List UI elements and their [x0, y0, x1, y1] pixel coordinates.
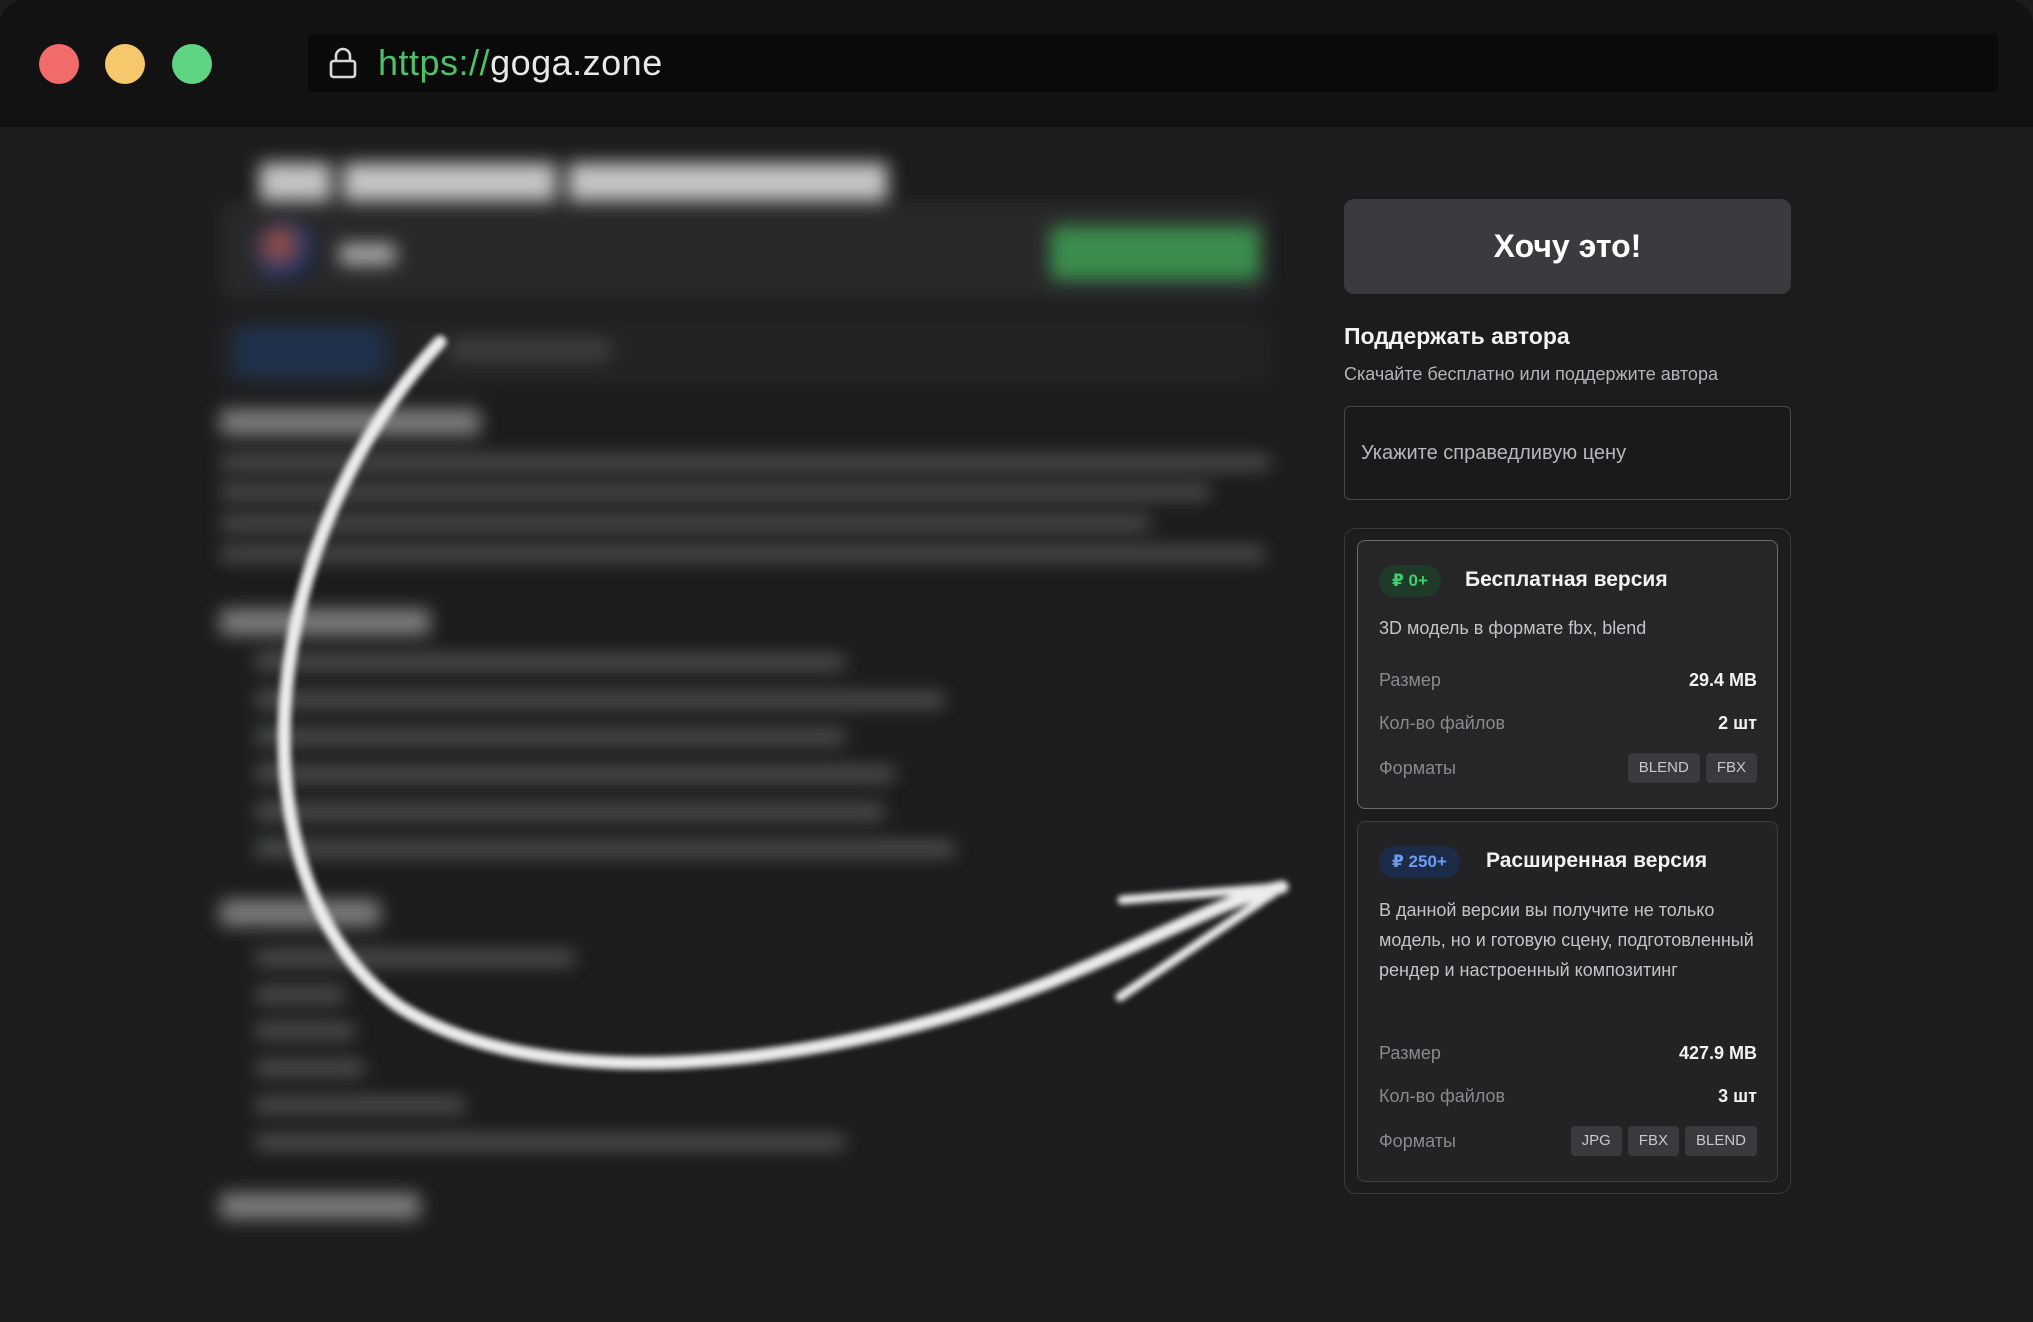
files-count-label: Кол-во файлов [1379, 713, 1506, 733]
format-tag: BLEND [1684, 1126, 1757, 1156]
formats-label: Форматы [1379, 758, 1456, 778]
browser-toolbar: https://goga.zone [0, 0, 2033, 127]
support-author-title: Поддержать автора [1344, 323, 1570, 349]
version-description: 3D модель в формате fbx, blend [1379, 618, 1647, 638]
versions-list: ₽ 0+ Бесплатная версия 3D модель в форма… [1344, 528, 1791, 1194]
size-value: 29.4 MB [1688, 670, 1757, 690]
size-label: Размер [1379, 670, 1441, 690]
format-tag: JPG [1570, 1126, 1622, 1156]
version-card-extended[interactable]: ₽ 250+ Расширенная версия В данной верси… [1357, 821, 1778, 1182]
page-content: ▆▆ ▆▆▆▆▆▆ ▆▆▆▆▆▆▆▆▆ ▆▆▆ Хочу это! Поддер… [0, 127, 2033, 1322]
format-tag: FBX [1705, 753, 1757, 783]
price-badge: ₽ 0+ [1379, 565, 1441, 597]
support-author-subtitle: Скачайте бесплатно или поддержите автора [1344, 364, 1718, 384]
version-title: Расширенная версия [1486, 849, 1708, 872]
lock-icon [329, 47, 357, 79]
format-tag: FBX [1627, 1126, 1679, 1156]
url-text: https://goga.zone [378, 43, 663, 83]
maximize-window-button[interactable] [172, 44, 212, 84]
version-title: Бесплатная версия [1465, 568, 1668, 591]
files-count-value: 2 шт [1718, 713, 1757, 733]
size-label: Размер [1379, 1043, 1441, 1063]
version-card-free[interactable]: ₽ 0+ Бесплатная версия 3D модель в форма… [1357, 540, 1778, 809]
version-description: В данной версии вы получите не только мо… [1379, 900, 1754, 980]
fair-price-input[interactable] [1344, 406, 1791, 500]
url-scheme: https:// [378, 42, 491, 83]
want-it-button[interactable]: Хочу это! [1344, 199, 1791, 294]
files-count-value: 3 шт [1718, 1086, 1757, 1106]
files-count-label: Кол-во файлов [1379, 1086, 1506, 1106]
url-host: goga.zone [490, 42, 663, 83]
address-bar[interactable]: https://goga.zone [308, 34, 1998, 92]
price-badge: ₽ 250+ [1379, 846, 1460, 878]
formats-tags: JPG FBX BLEND [1570, 1126, 1757, 1156]
minimize-window-button[interactable] [105, 44, 145, 84]
format-tag: BLEND [1627, 753, 1700, 783]
size-value: 427.9 MB [1678, 1043, 1757, 1063]
formats-tags: BLEND FBX [1627, 753, 1757, 783]
formats-label: Форматы [1379, 1131, 1456, 1151]
close-window-button[interactable] [39, 44, 79, 84]
